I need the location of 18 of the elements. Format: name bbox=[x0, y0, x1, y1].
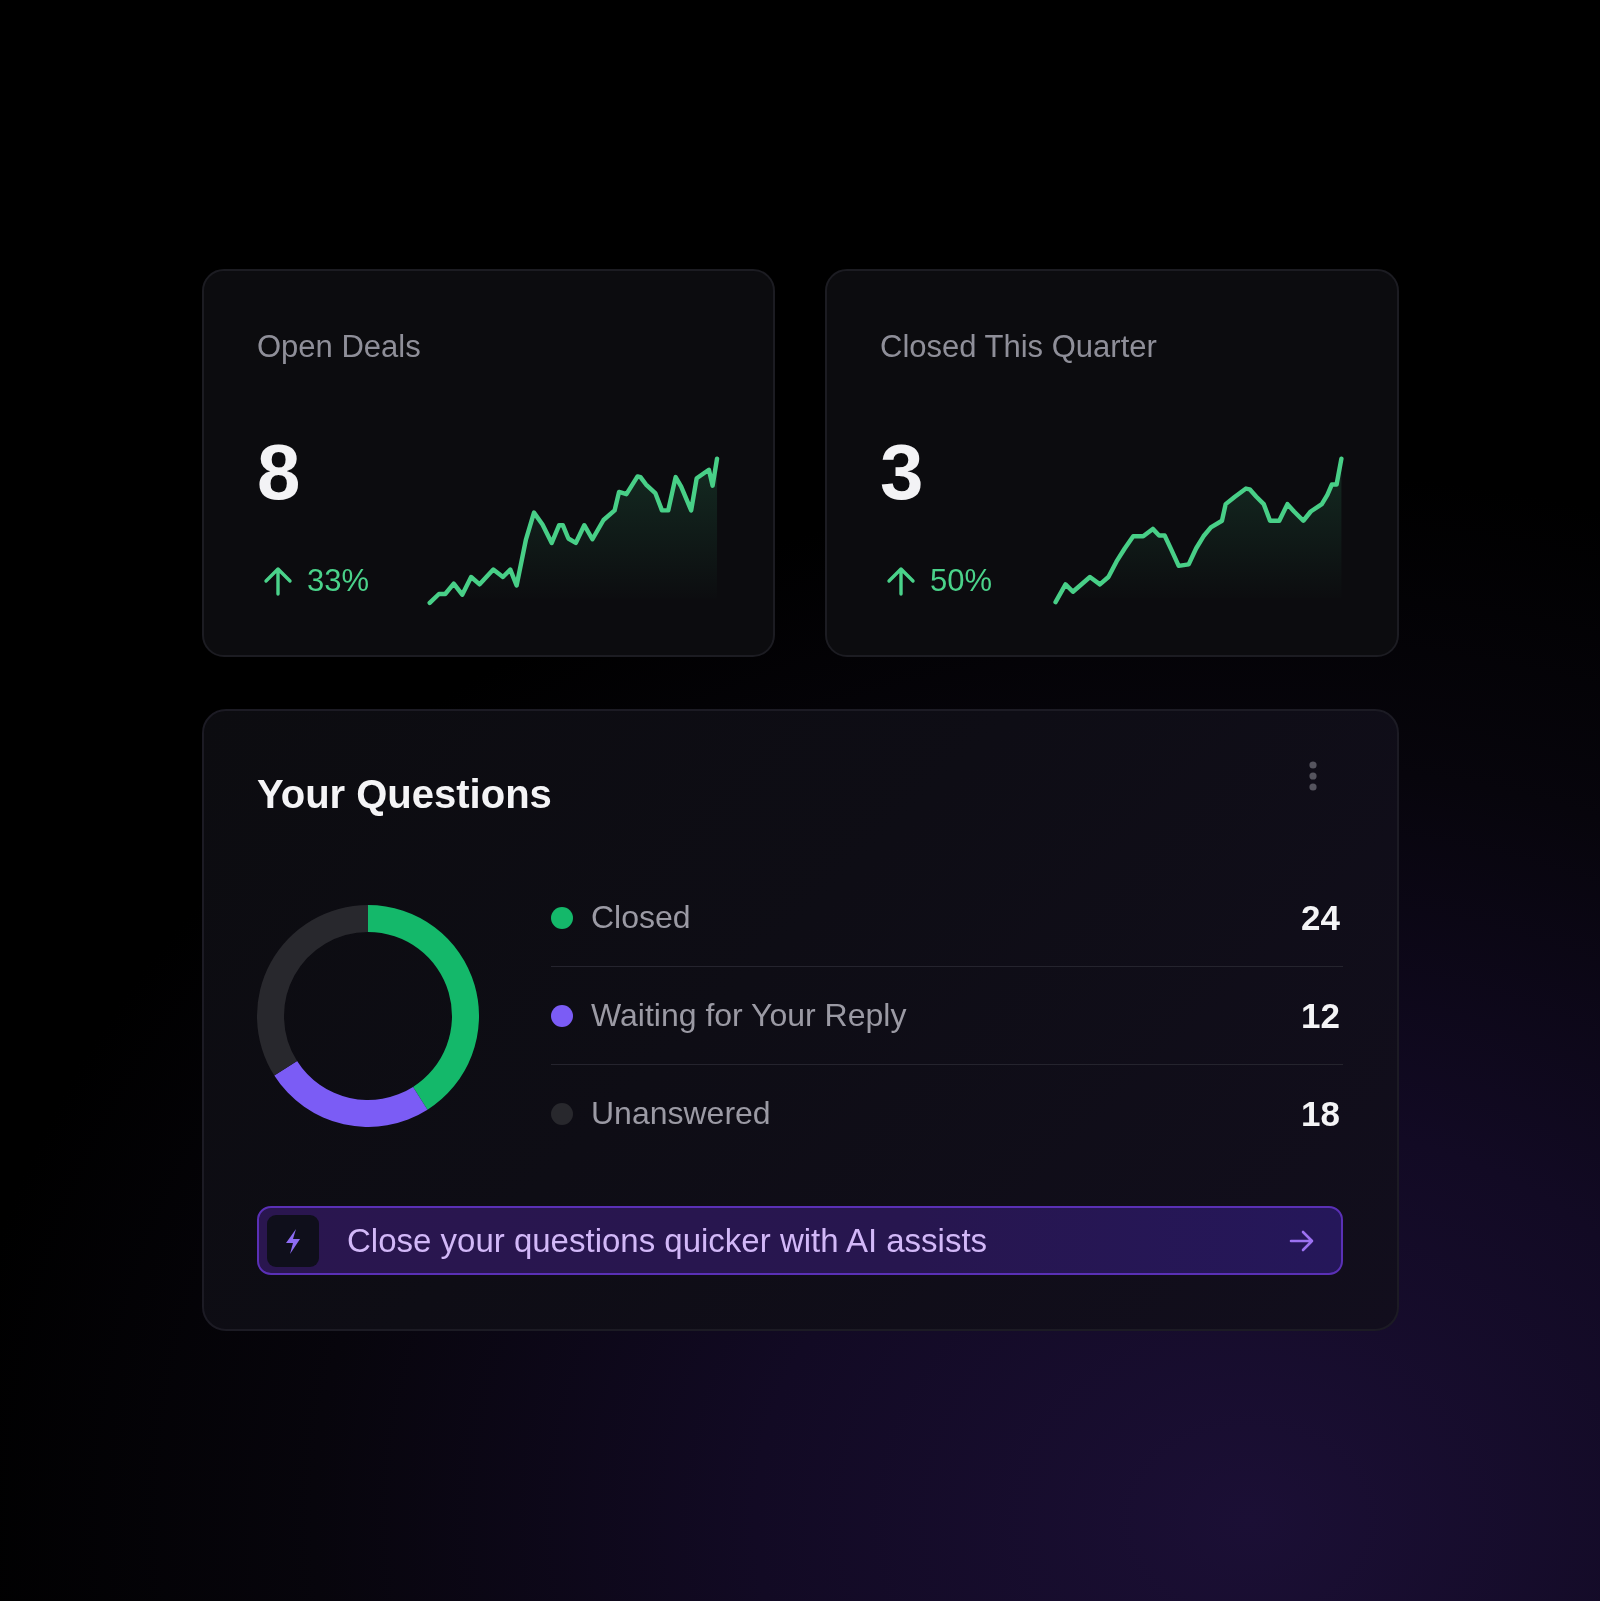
stat-label: Closed This Quarter bbox=[880, 328, 1157, 366]
status-label: Waiting for Your Reply bbox=[591, 996, 907, 1035]
arrow-up-icon bbox=[886, 565, 916, 596]
lightning-bolt-icon bbox=[267, 1214, 319, 1267]
arrow-up-icon bbox=[263, 565, 293, 596]
card-title: Your Questions bbox=[257, 771, 552, 818]
status-count: 12 bbox=[1301, 994, 1340, 1037]
stat-label: Open Deals bbox=[257, 328, 421, 366]
status-count: 24 bbox=[1301, 896, 1340, 939]
ai-assist-button[interactable]: Close your questions quicker with AI assists bbox=[257, 1206, 1343, 1275]
more-options-icon[interactable] bbox=[1308, 761, 1318, 791]
stat-value: 3 bbox=[880, 433, 924, 512]
trend-percent: 50% bbox=[930, 565, 993, 597]
status-label: Unanswered bbox=[591, 1094, 771, 1133]
status-label: Closed bbox=[591, 898, 691, 937]
status-count: 18 bbox=[1301, 1092, 1340, 1135]
stat-value: 8 bbox=[257, 433, 301, 512]
trend-percent: 33% bbox=[307, 565, 370, 597]
